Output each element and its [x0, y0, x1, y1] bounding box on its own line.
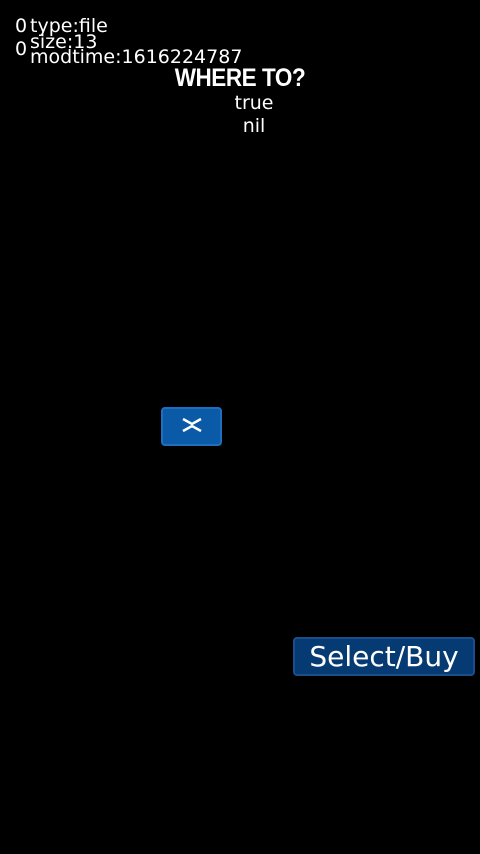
- status-line-2: nil: [242, 115, 266, 137]
- status-line-1: true: [234, 92, 274, 114]
- page-title: WHERE TO?: [174, 64, 306, 92]
- debug-counter-2: 0: [15, 38, 28, 60]
- collapse-arrows-icon: [181, 415, 203, 439]
- debug-counter-1: 0: [15, 15, 28, 37]
- select-buy-button[interactable]: Select/Buy: [293, 637, 475, 676]
- collapse-button[interactable]: [161, 407, 222, 446]
